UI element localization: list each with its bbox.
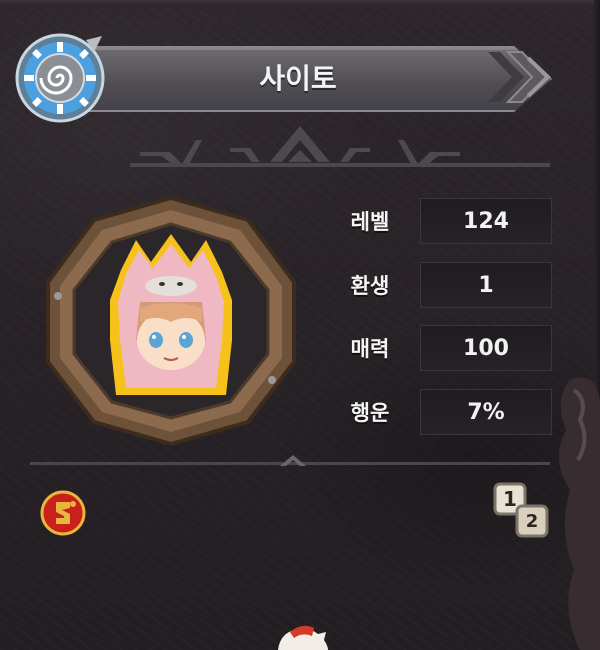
stat-label: 매력 [350, 337, 390, 361]
stat-value: 7% [420, 389, 552, 435]
spiral-medallion-icon [15, 33, 105, 123]
header-divider-line [130, 163, 550, 167]
top-border [0, 0, 600, 6]
stat-label: 레벨 [350, 210, 390, 234]
stat-row-level: 레벨 124 [330, 198, 552, 244]
shadow-creature [558, 377, 600, 650]
stat-row-charm: 매력 100 [330, 325, 552, 371]
character-name: 사이토 [259, 62, 337, 95]
chevron-up-icon [280, 455, 306, 466]
stat-value: 1 [420, 262, 552, 308]
stat-label: 환생 [350, 274, 390, 298]
stat-row-rebirth: 환생 1 [330, 262, 552, 308]
stat-row-luck: 행운 7% [330, 389, 552, 435]
stat-value: 100 [420, 325, 552, 371]
partial-character-sprite [278, 625, 328, 650]
character-portrait [46, 195, 296, 447]
stat-label: 행운 [350, 401, 390, 425]
red-emblem-icon[interactable] [40, 490, 86, 536]
stat-value: 124 [420, 198, 552, 244]
